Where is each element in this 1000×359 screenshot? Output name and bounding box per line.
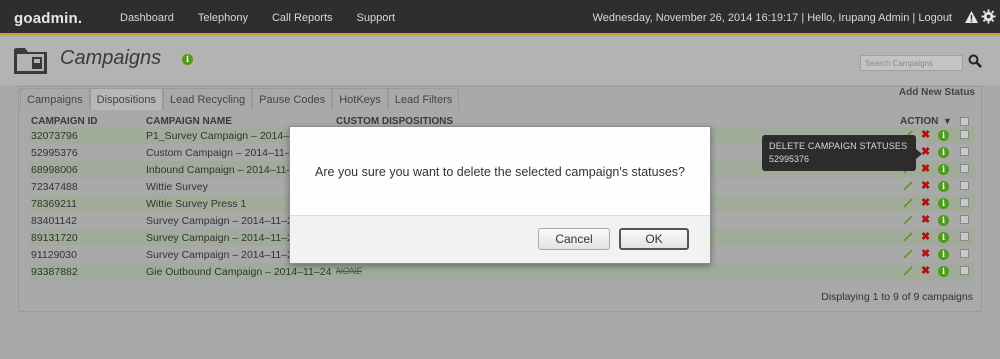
campaign-name-cell: Survey Campaign – 2014–11–2: [146, 249, 293, 261]
row-checkbox[interactable]: [960, 249, 969, 258]
warning-icon[interactable]: [964, 10, 979, 24]
delete-x-icon[interactable]: ✖: [921, 249, 930, 260]
campaign-name-cell: Wittie Survey Press 1: [146, 198, 247, 210]
user-greeting: Hello, Irupang Admin: [807, 12, 910, 24]
campaign-id-cell[interactable]: 91129030: [31, 249, 77, 261]
info-icon[interactable]: i: [938, 164, 949, 175]
delete-x-icon[interactable]: ✖: [921, 164, 930, 175]
tab-bar: Campaigns Dispositions Lead Recycling Pa…: [20, 88, 460, 110]
page-header: Campaigns i Search Campaigns: [0, 37, 1000, 85]
app-logo[interactable]: goadmin.: [14, 10, 82, 27]
pencil-icon[interactable]: [903, 198, 913, 208]
row-checkbox[interactable]: [960, 198, 969, 207]
row-checkbox[interactable]: [960, 215, 969, 224]
tab-dispositions[interactable]: Dispositions: [89, 88, 163, 110]
campaign-name-cell: P1_Survey Campaign – 2014–1: [146, 130, 295, 142]
folder-icon: [14, 48, 47, 74]
main-nav: Dashboard Telephony Call Reports Support: [120, 12, 419, 24]
tooltip: DELETE CAMPAIGN STATUSES 52995376: [762, 135, 922, 171]
select-all-checkbox[interactable]: [960, 117, 969, 126]
tab-campaigns[interactable]: Campaigns: [20, 88, 90, 110]
campaign-name-cell: Custom Campaign – 2014–11–2: [146, 147, 297, 159]
custom-dispositions-cell: NONE: [336, 266, 363, 276]
campaign-id-cell[interactable]: 72347488: [31, 181, 78, 193]
info-icon[interactable]: i: [938, 181, 949, 192]
campaign-id-cell[interactable]: 32073796: [31, 130, 78, 142]
top-navigation-bar: goadmin. Dashboard Telephony Call Report…: [0, 0, 1000, 35]
cancel-button[interactable]: Cancel: [538, 228, 610, 250]
tab-hotkeys[interactable]: HotKeys: [332, 88, 388, 110]
dialog-footer: Cancel OK: [290, 215, 710, 263]
tooltip-value: 52995376: [769, 154, 810, 164]
info-icon[interactable]: i: [938, 249, 949, 260]
separator: |: [801, 12, 805, 24]
info-icon[interactable]: i: [938, 147, 949, 158]
info-icon[interactable]: i: [938, 266, 949, 277]
user-info: Wednesday, November 26, 2014 16:19:17 | …: [593, 12, 952, 24]
page-title: Campaigns: [60, 47, 162, 69]
logout-link[interactable]: Logout: [918, 12, 952, 24]
search-input[interactable]: Search Campaigns: [860, 55, 963, 71]
delete-x-icon[interactable]: ✖: [921, 266, 930, 277]
delete-x-icon[interactable]: ✖: [921, 198, 930, 209]
nav-item-telephony[interactable]: Telephony: [198, 12, 248, 24]
current-datetime: Wednesday, November 26, 2014 16:19:17: [592, 12, 799, 24]
pagination-summary: Displaying 1 to 9 of 9 campaigns: [821, 291, 973, 303]
row-checkbox[interactable]: [960, 181, 969, 190]
info-icon[interactable]: i: [938, 215, 949, 226]
campaign-id-cell[interactable]: 93387882: [31, 266, 78, 278]
info-icon[interactable]: i: [182, 54, 193, 65]
column-header-campaign-name[interactable]: CAMPAIGN NAME: [146, 116, 232, 127]
campaign-name-cell: Survey Campaign – 2014–11–2: [146, 232, 293, 244]
campaign-id-cell[interactable]: 89131720: [31, 232, 78, 244]
delete-x-icon[interactable]: ✖: [921, 181, 930, 192]
ok-button[interactable]: OK: [619, 228, 689, 250]
nav-item-dashboard[interactable]: Dashboard: [120, 12, 174, 24]
nav-item-support[interactable]: Support: [357, 12, 396, 24]
row-checkbox[interactable]: [960, 266, 969, 275]
dialog-message: Are you sure you want to delete the sele…: [315, 165, 685, 179]
nav-item-call-reports[interactable]: Call Reports: [272, 12, 333, 24]
delete-x-icon[interactable]: ✖: [921, 130, 930, 141]
info-icon[interactable]: i: [938, 198, 949, 209]
delete-x-icon[interactable]: ✖: [921, 215, 930, 226]
tab-lead-recycling[interactable]: Lead Recycling: [162, 88, 253, 110]
campaign-id-cell[interactable]: 52995376: [31, 147, 78, 159]
campaign-name-cell: Gie Outbound Campaign – 2014–11–24: [146, 266, 332, 278]
separator: |: [912, 12, 916, 24]
search-icon[interactable]: [968, 54, 982, 68]
campaign-name-cell: Wittie Survey: [146, 181, 208, 193]
row-checkbox[interactable]: [960, 164, 969, 173]
gear-icon[interactable]: [981, 9, 996, 24]
pencil-icon[interactable]: [903, 181, 913, 191]
action-dropdown-icon[interactable]: ▼: [943, 116, 952, 126]
tab-lead-filters[interactable]: Lead Filters: [387, 88, 460, 110]
top-icons: [964, 9, 996, 24]
campaign-name-cell: Survey Campaign – 2014–11–2: [146, 215, 293, 227]
info-icon[interactable]: i: [938, 130, 949, 141]
pencil-icon[interactable]: [903, 266, 913, 276]
confirm-dialog: Are you sure you want to delete the sele…: [289, 126, 711, 264]
tab-pause-codes[interactable]: Pause Codes: [252, 88, 333, 110]
tooltip-title: DELETE CAMPAIGN STATUSES: [769, 141, 908, 151]
campaign-id-cell[interactable]: 68998006: [31, 164, 78, 176]
table-row: 93387882 Gie Outbound Campaign – 2014–11–…: [29, 263, 975, 280]
campaign-id-cell[interactable]: 83401142: [31, 215, 77, 227]
row-checkbox[interactable]: [960, 130, 969, 139]
info-icon[interactable]: i: [938, 232, 949, 243]
column-header-action: ACTION: [900, 116, 939, 127]
row-checkbox[interactable]: [960, 147, 969, 156]
delete-x-icon[interactable]: ✖: [921, 147, 930, 158]
pencil-icon[interactable]: [903, 249, 913, 259]
pencil-icon[interactable]: [903, 232, 913, 242]
row-checkbox[interactable]: [960, 232, 969, 241]
add-new-status-link[interactable]: Add New Status: [899, 87, 975, 98]
pencil-icon[interactable]: [903, 215, 913, 225]
campaign-id-cell[interactable]: 78369211: [31, 198, 77, 210]
column-header-campaign-id[interactable]: CAMPAIGN ID: [31, 116, 97, 127]
campaign-name-cell: Inbound Campaign – 2014–11–2: [146, 164, 299, 176]
delete-x-icon[interactable]: ✖: [921, 232, 930, 243]
